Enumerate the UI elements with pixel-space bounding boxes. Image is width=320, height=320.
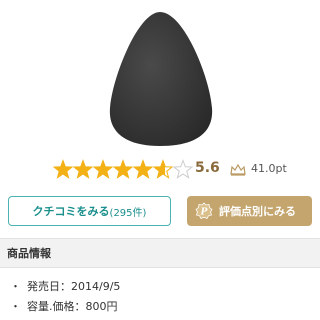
star-icon [112,159,134,179]
product-info-header: 商品情報 [0,238,320,268]
star-icon [152,159,174,179]
rating-score: 5.6 [195,160,220,176]
view-by-rating-button[interactable]: P 評価点別にみる [187,196,312,226]
info-capacity-price: ・容量.価格：800円 [10,298,118,314]
view-reviews-button[interactable]: クチコミをみる (295件) [8,196,171,226]
sponge-image [109,12,213,146]
star-icon [72,159,94,179]
points-value: 41.0pt [251,162,287,175]
star-icon [92,159,114,179]
star-icon [132,159,154,179]
view-by-rating-label: 評価点別にみる [219,205,296,218]
bullet: ・ [10,280,21,293]
crown-icon [230,164,246,176]
product-image [0,0,320,150]
svg-text:P: P [200,208,208,218]
star-icon [53,159,74,179]
capacity-price-text: 容量.価格：800円 [27,300,118,313]
rating-stars [53,159,193,179]
rating-row: 5.6 41.0pt [0,156,320,186]
release-date-text: 発売日：2014/9/5 [27,280,121,293]
section-title: 商品情報 [7,247,51,260]
review-count: (295件) [109,207,147,219]
bullet: ・ [10,300,21,313]
view-reviews-label: クチコミをみる [32,205,110,218]
star-icon [172,159,193,179]
info-release-date: ・発売日：2014/9/5 [10,278,120,294]
point-badge-icon: P [195,202,213,220]
